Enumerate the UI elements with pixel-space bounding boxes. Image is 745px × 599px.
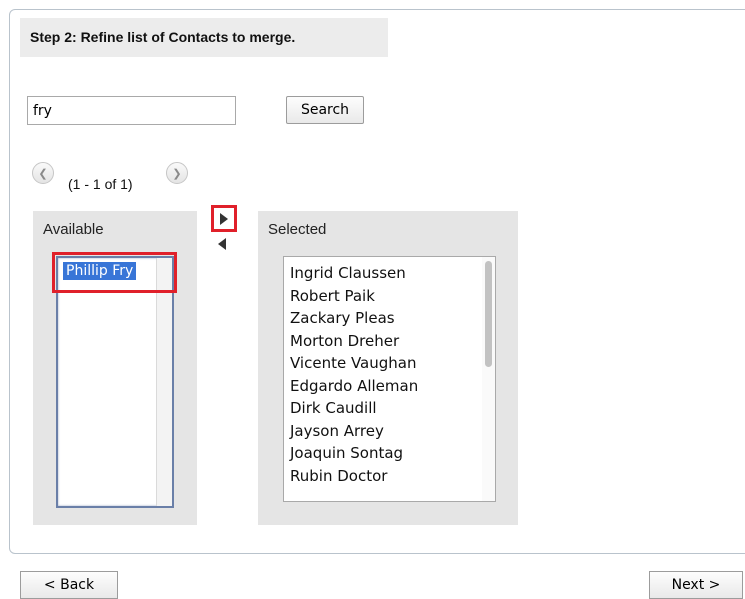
back-button[interactable]: < Back xyxy=(20,571,118,599)
next-button[interactable]: Next > xyxy=(649,571,743,599)
pager-text: (1 - 1 of 1) xyxy=(68,176,133,192)
chevron-left-icon: ❮ xyxy=(38,167,48,180)
list-item[interactable]: Rubin Doctor xyxy=(290,465,418,488)
list-item[interactable]: Jayson Arrey xyxy=(290,420,418,443)
selected-list[interactable]: Ingrid Claussen Robert Paik Zackary Plea… xyxy=(283,256,496,502)
chevron-right-icon: ❯ xyxy=(172,167,182,180)
list-item[interactable]: Morton Dreher xyxy=(290,330,418,353)
list-item[interactable]: Dirk Caudill xyxy=(290,397,418,420)
arrow-left-icon xyxy=(218,238,226,250)
list-item[interactable]: Zackary Pleas xyxy=(290,307,418,330)
list-item[interactable]: Vicente Vaughan xyxy=(290,352,418,375)
list-item[interactable]: Robert Paik xyxy=(290,285,418,308)
list-item[interactable]: Ingrid Claussen xyxy=(290,262,418,285)
selected-scrollbar[interactable] xyxy=(482,257,495,501)
move-left-button[interactable] xyxy=(218,238,228,250)
selected-box: Selected Ingrid Claussen Robert Paik Zac… xyxy=(258,211,518,525)
list-item[interactable]: Edgardo Alleman xyxy=(290,375,418,398)
highlight-box xyxy=(52,252,177,293)
available-list[interactable]: Phillip Fry xyxy=(56,256,174,508)
previous-page-button[interactable]: ❮ xyxy=(32,162,54,184)
available-scrollbar[interactable] xyxy=(156,258,172,506)
step-title: Step 2: Refine list of Contacts to merge… xyxy=(20,18,388,57)
available-label: Available xyxy=(43,221,104,238)
move-right-button[interactable] xyxy=(211,205,237,232)
search-button[interactable]: Search xyxy=(286,96,364,124)
search-input[interactable] xyxy=(27,96,236,125)
scrollbar-thumb[interactable] xyxy=(485,261,492,367)
arrow-right-icon xyxy=(220,212,228,225)
list-item[interactable]: Joaquin Sontag xyxy=(290,442,418,465)
next-page-button[interactable]: ❯ xyxy=(166,162,188,184)
selected-label: Selected xyxy=(268,221,327,238)
